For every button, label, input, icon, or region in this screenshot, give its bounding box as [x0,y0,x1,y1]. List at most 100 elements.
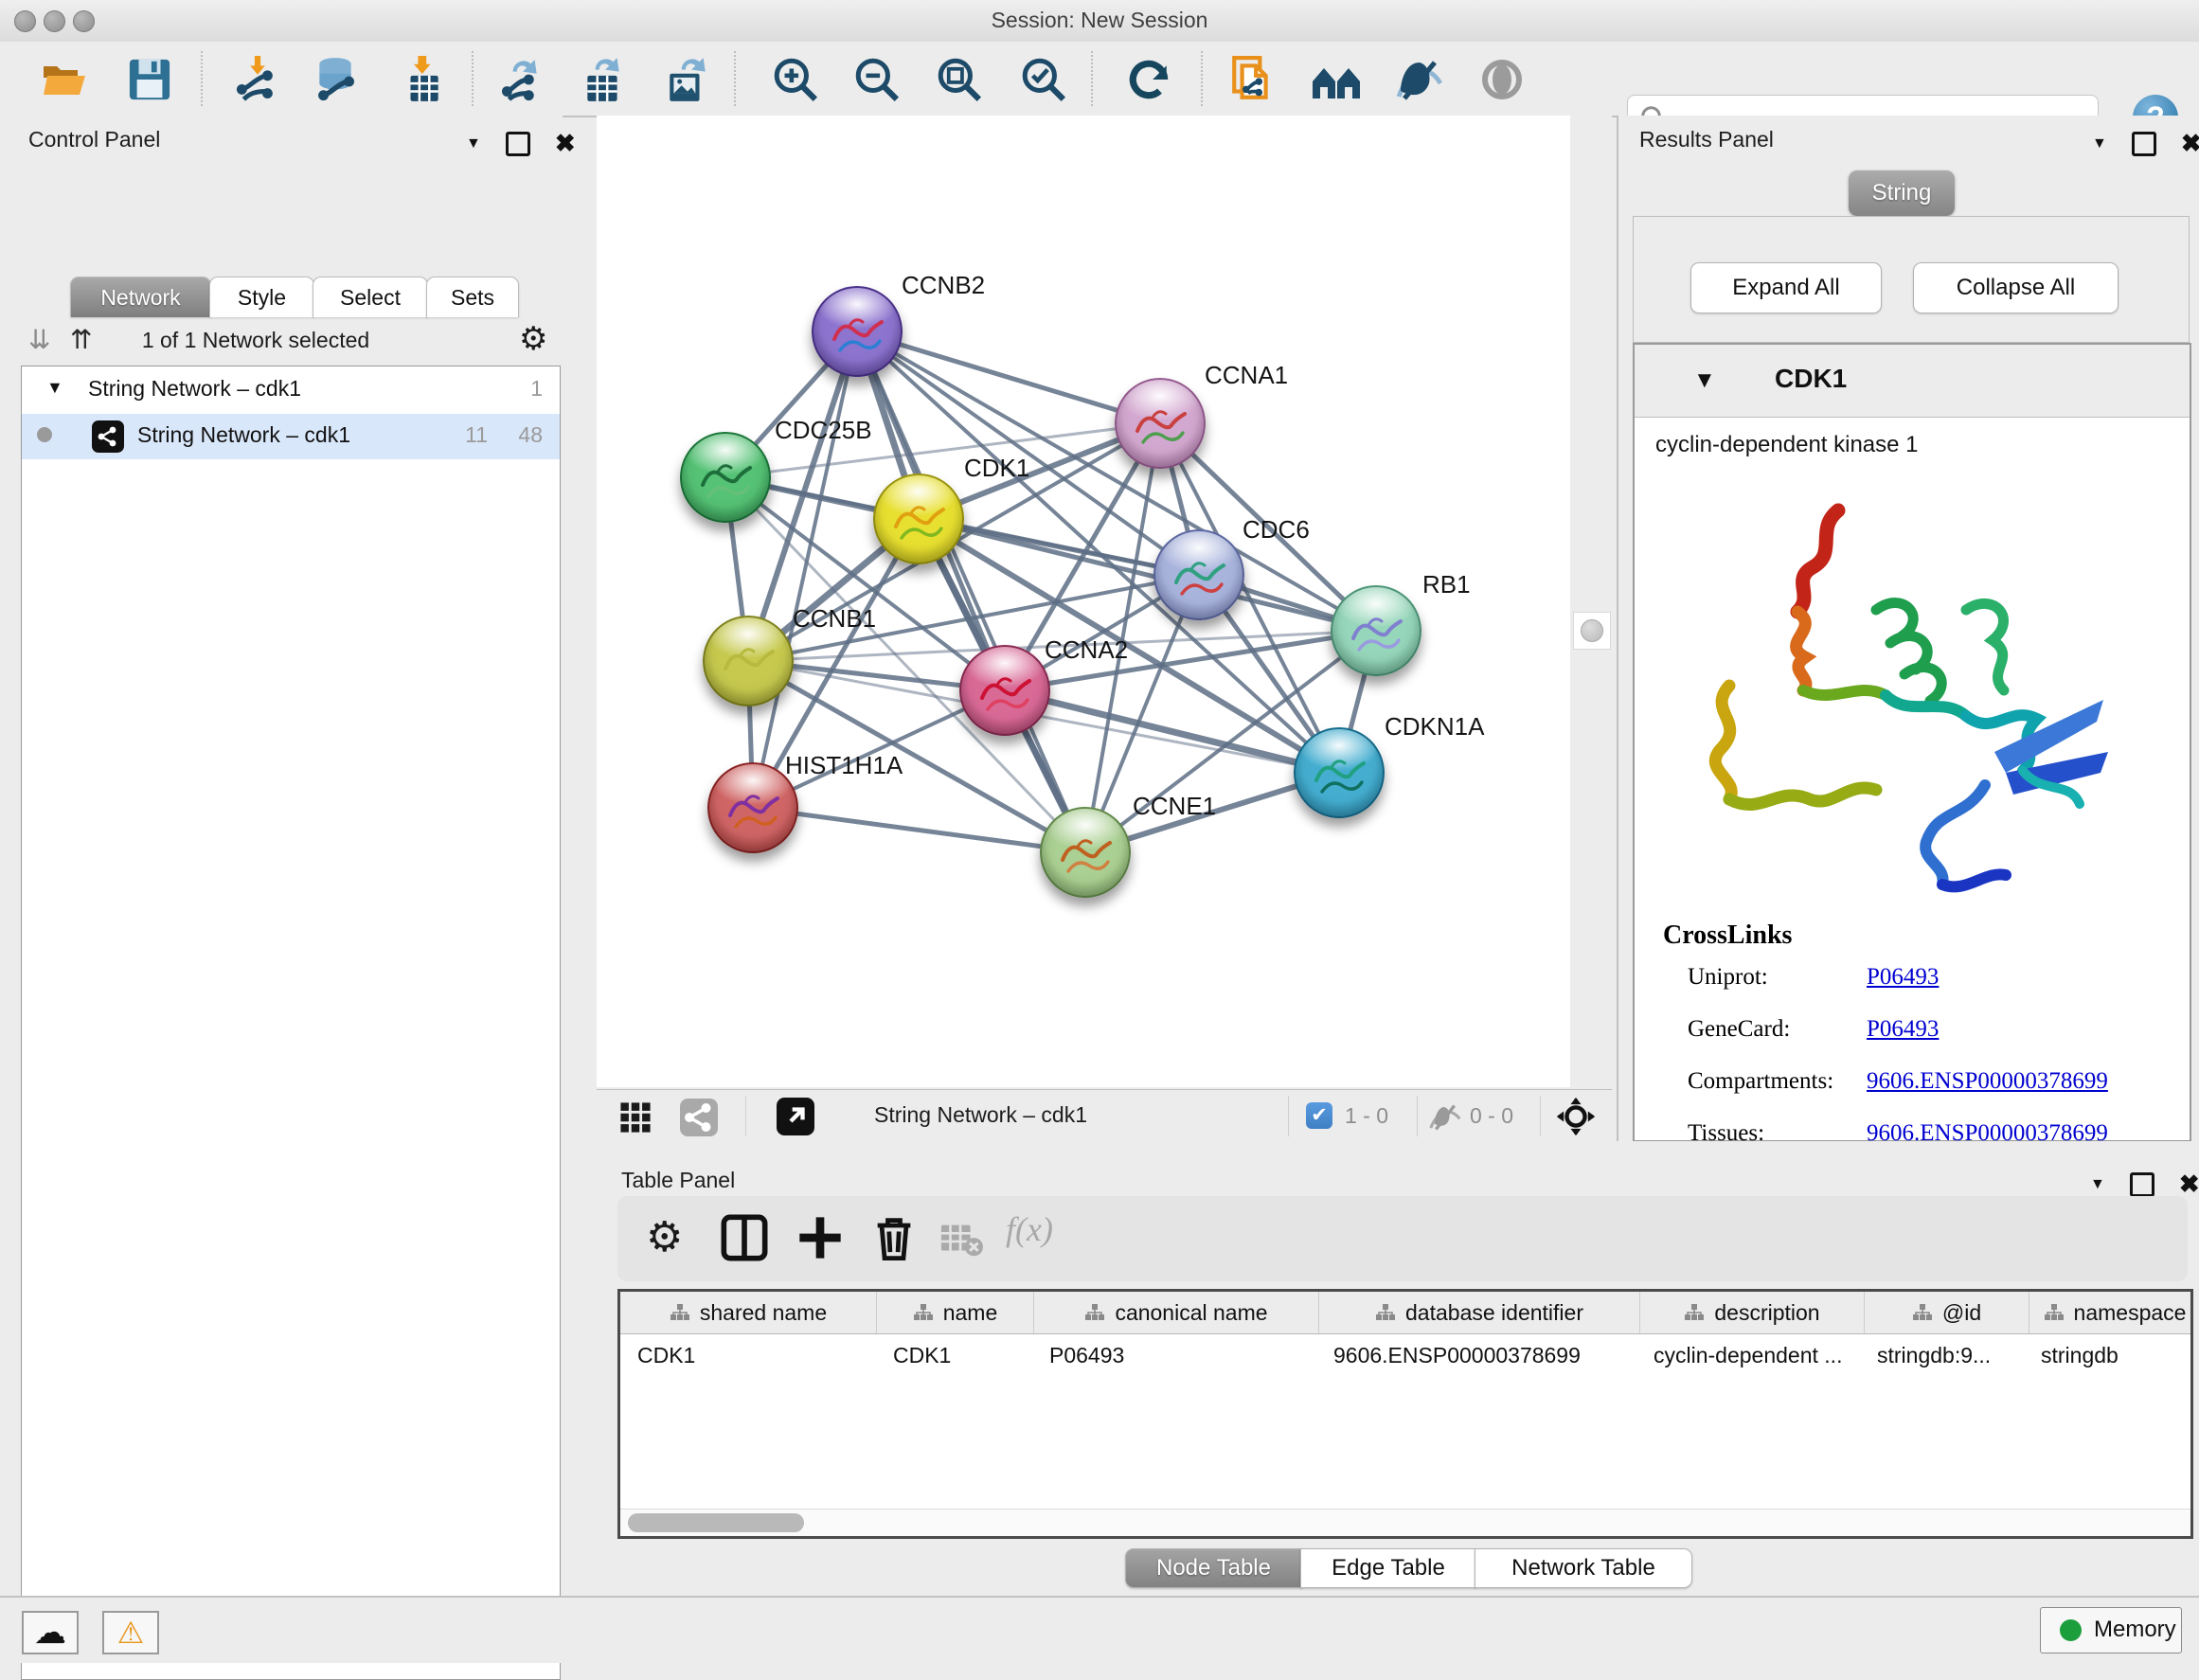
tab-sets[interactable]: Sets [426,277,519,317]
column-header--id[interactable]: @id [1865,1292,2029,1333]
hierarchy-icon [1084,1303,1105,1322]
results-panel-divider[interactable] [1570,116,1612,1089]
tab-network-table[interactable]: Network Table [1475,1548,1692,1588]
selected-checkbox-icon[interactable]: ✔ [1306,1102,1332,1129]
birdseye-icon[interactable] [1310,55,1363,104]
function-builder-icon: f(x) [1006,1209,1053,1249]
birdseye-navigator-icon[interactable] [1555,1096,1597,1137]
column-header-canonical-name[interactable]: canonical name [1034,1292,1319,1333]
crosslink-row: Compartments: 9606.ENSP00000378699 [1663,1068,2165,1120]
tab-style[interactable]: Style [209,277,314,317]
table-cell[interactable]: P06493 [1032,1333,1316,1377]
delete-column-icon[interactable] [869,1213,919,1262]
crosslink-link[interactable]: P06493 [1867,1016,1939,1043]
refresh-icon[interactable] [1122,55,1175,104]
cloud-icon: ☁ [34,1614,66,1652]
memory-button[interactable]: Memory [2040,1607,2182,1653]
control-panel: Control Panel ▼ ✖ Network Style Select S… [0,116,563,1596]
network-canvas[interactable]: CCNB2CCNA1CDC25BCDK1CDC6RB1CCNB1CCNA2CDK… [597,116,1570,1087]
hidden-eye-icon [1428,1100,1462,1135]
panel-menu-icon[interactable]: ▼ [2092,135,2107,152]
import-database-icon[interactable] [309,55,362,104]
export-table-icon[interactable] [577,55,630,104]
import-table-icon[interactable] [396,55,449,104]
zoom-out-icon[interactable] [850,55,903,104]
save-session-icon[interactable] [123,55,176,104]
table-cell[interactable]: CDK1 [620,1333,876,1377]
panel-close-icon[interactable]: ✖ [2181,129,2199,158]
tab-node-table[interactable]: Node Table [1125,1548,1302,1588]
panel-float-icon[interactable] [506,132,530,156]
table-toolbar: ⚙ f(x) [617,1196,2188,1281]
table-cell[interactable]: 9606.ENSP00000378699 [1316,1333,1636,1377]
tab-edge-table[interactable]: Edge Table [1300,1548,1476,1588]
panel-menu-icon[interactable]: ▼ [2090,1176,2105,1193]
hierarchy-icon [1684,1303,1705,1322]
window-title: Session: New Session [0,8,2199,33]
cloud-status-button[interactable]: ☁ [22,1611,79,1654]
crosslink-link[interactable]: 9606.ENSP00000378699 [1867,1068,2108,1095]
panel-float-icon[interactable] [2130,1172,2154,1197]
crosslink-row: Uniprot: P06493 [1663,964,2165,1016]
hierarchy-icon [2044,1303,2065,1322]
toolbar-separator [1201,51,1203,106]
collapse-all-button[interactable]: Collapse All [1913,262,2119,313]
collapse-arrow-icon[interactable]: ▼ [46,378,63,398]
panel-menu-icon[interactable]: ▼ [466,135,481,152]
export-network-icon[interactable] [494,55,547,104]
table-horizontal-scrollbar[interactable] [620,1509,2190,1536]
warning-icon: ⚠ [117,1615,145,1651]
open-in-window-icon[interactable] [777,1098,814,1135]
collapse-arrow-icon[interactable]: ▼ [1693,367,1716,394]
gene-header[interactable]: ▼ CDK1 [1635,345,2190,418]
create-column-icon[interactable] [796,1213,845,1262]
table-cell[interactable]: stringdb:9... [1860,1333,2024,1377]
tab-string[interactable]: String [1849,170,1955,216]
zoom-selected-icon[interactable] [1017,55,1070,104]
tab-network[interactable]: Network [70,277,211,317]
grid-view-icon[interactable] [619,1101,652,1134]
network-labels-layer: CCNB2CCNA1CDC25BCDK1CDC6RB1CCNB1CCNA2CDK… [597,116,1570,1087]
import-network-icon[interactable] [231,55,284,104]
crosslink-label: Uniprot: [1688,964,1768,991]
panel-float-icon[interactable] [2132,132,2156,156]
column-header-database-identifier[interactable]: database identifier [1319,1292,1640,1333]
tab-select[interactable]: Select [313,277,428,317]
crosslink-row: GeneCard:P06493 [1663,1016,2165,1068]
node-label-CCNE1: CCNE1 [1133,792,1216,820]
show-columns-icon[interactable] [720,1213,769,1262]
zoom-fit-icon[interactable] [933,55,986,104]
panel-close-icon[interactable]: ✖ [555,129,576,158]
divider-handle[interactable] [1573,612,1611,650]
zoom-in-icon[interactable] [769,55,822,104]
crosslink-label: Compartments: [1688,1068,1833,1095]
panel-close-icon[interactable]: ✖ [2179,1170,2199,1199]
table-panel-controls: ▼ ✖ [2090,1170,2199,1199]
column-header-name[interactable]: name [877,1292,1034,1333]
node-label-HIST1H1A: HIST1H1A [785,751,903,779]
table-cell[interactable]: CDK1 [876,1333,1032,1377]
horizontal-divider[interactable] [597,1141,2199,1154]
share-view-icon[interactable] [680,1099,718,1136]
column-header-namespace[interactable]: namespace [2029,1292,2199,1333]
toolbar-separator [1540,1096,1541,1136]
table-options-gear-icon[interactable]: ⚙ [646,1213,683,1261]
network-view-row[interactable]: String Network – cdk1 11 48 [22,414,560,459]
crosslink-link[interactable]: P06493 [1867,964,1939,991]
hide-selected-eye-icon[interactable] [1393,55,1446,104]
open-session-icon[interactable] [38,55,91,104]
expand-all-button[interactable]: Expand All [1690,262,1882,313]
clone-network-icon[interactable] [1225,55,1278,104]
column-header-shared-name[interactable]: shared name [620,1292,877,1333]
warnings-button[interactable]: ⚠ [102,1611,159,1654]
show-all-eye-icon[interactable] [1475,55,1529,104]
network-collection-row[interactable]: ▼ String Network – cdk1 1 [22,368,560,414]
view-status-dot [37,427,52,442]
column-header-description[interactable]: description [1640,1292,1865,1333]
network-options-gear-icon[interactable]: ⚙ [519,320,547,358]
table-cell[interactable]: cyclin-dependent ... [1636,1333,1860,1377]
table-row[interactable]: CDK1CDK1P064939606.ENSP00000378699cyclin… [620,1333,2190,1377]
scrollbar-thumb[interactable] [628,1513,804,1532]
export-image-icon[interactable] [661,55,714,104]
table-cell[interactable]: stringdb [2024,1333,2194,1377]
